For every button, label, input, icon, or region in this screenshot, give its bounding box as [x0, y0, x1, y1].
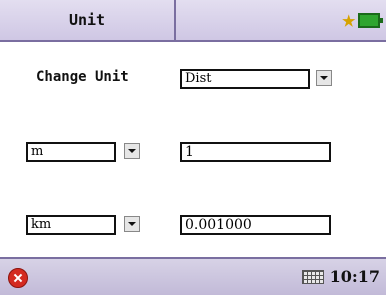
- chevron-down-icon[interactable]: [316, 70, 332, 86]
- unit-type-value[interactable]: Dist: [180, 69, 310, 89]
- unit-type-select[interactable]: Dist: [180, 69, 336, 89]
- from-unit-value[interactable]: m: [26, 142, 116, 162]
- taskbar: 10:17: [0, 257, 386, 295]
- page-title: Unit: [68, 11, 106, 29]
- to-value-input[interactable]: 0.001000: [180, 215, 331, 235]
- to-unit-value[interactable]: km: [26, 215, 116, 235]
- star-icon[interactable]: ★: [342, 6, 356, 32]
- close-icon[interactable]: [8, 268, 28, 288]
- title-bar: Unit ★: [0, 0, 386, 42]
- battery-icon: [358, 13, 383, 28]
- from-value-input[interactable]: 1: [180, 142, 331, 162]
- unit-converter-form: Change Unit Dist m 1 km 0.001000: [0, 42, 386, 255]
- status-area: ★: [176, 0, 386, 40]
- chevron-down-icon[interactable]: [124, 143, 140, 159]
- change-unit-label: Change Unit: [36, 69, 129, 85]
- chevron-down-icon[interactable]: [124, 216, 140, 232]
- from-unit-select[interactable]: m: [26, 142, 142, 162]
- to-unit-select[interactable]: km: [26, 215, 142, 235]
- tab-unit[interactable]: Unit: [0, 0, 176, 40]
- keyboard-icon[interactable]: [302, 270, 324, 284]
- clock: 10:17: [329, 267, 380, 286]
